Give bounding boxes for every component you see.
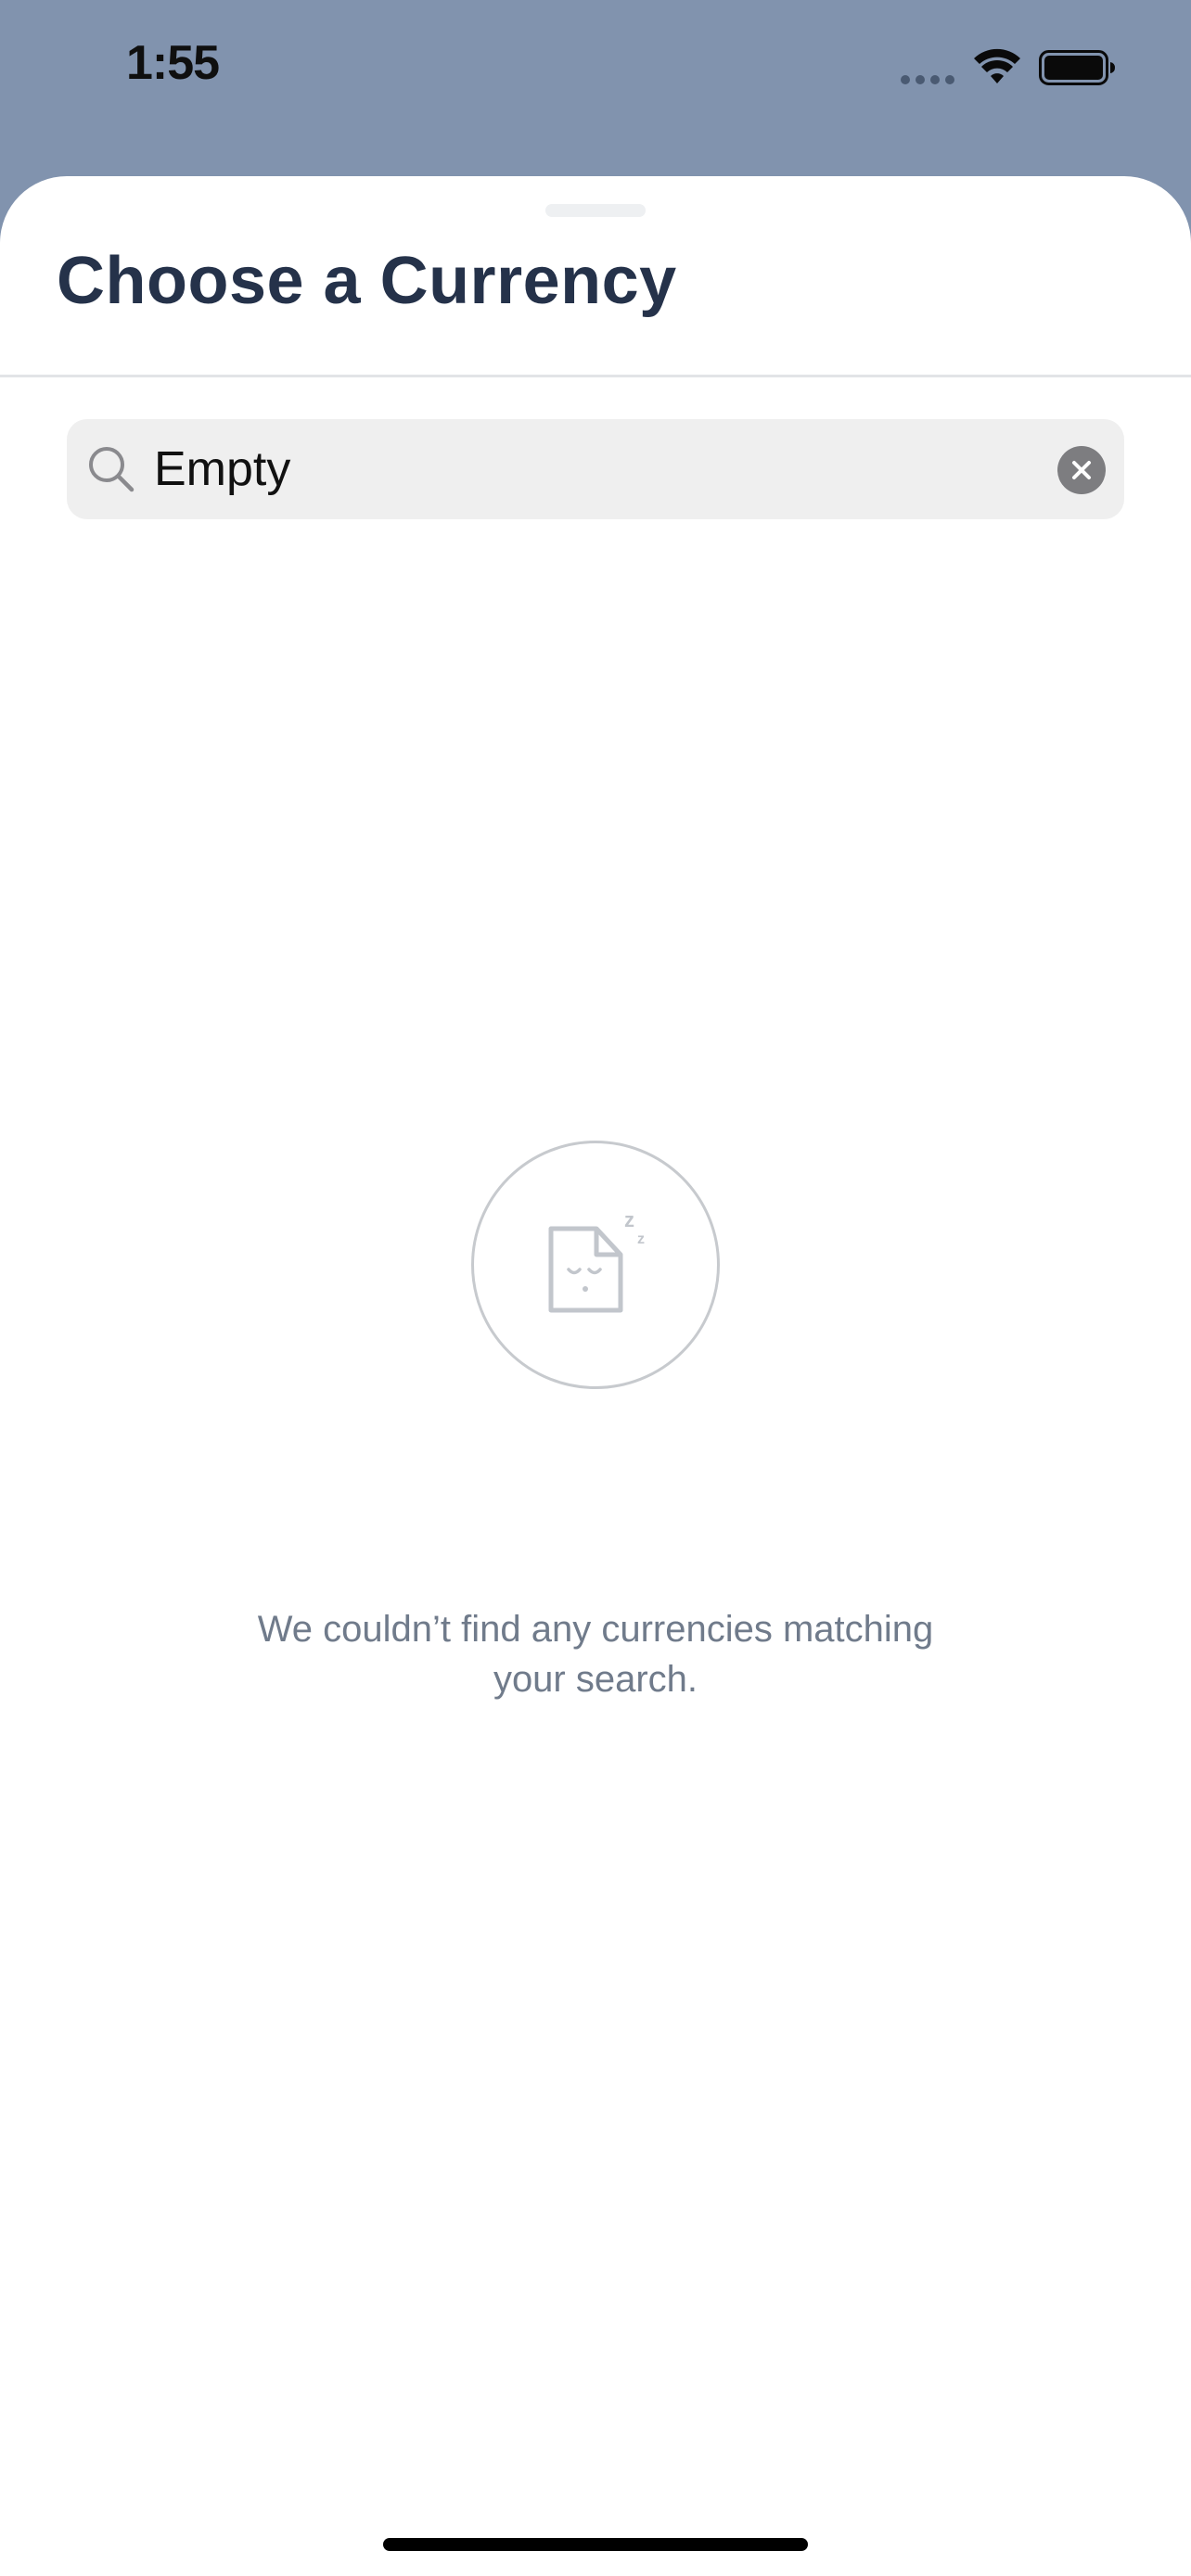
status-bar: 1:55 xyxy=(0,0,1191,176)
search-icon xyxy=(89,447,134,492)
currency-picker-sheet: Choose a Currency z z We couldn’t find a… xyxy=(0,176,1191,2576)
search-input[interactable] xyxy=(154,419,1007,519)
clear-search-button[interactable] xyxy=(1057,446,1106,494)
cellular-signal-icon xyxy=(901,75,954,84)
header-divider xyxy=(0,375,1191,377)
svg-text:z: z xyxy=(624,1210,634,1231)
sleeping-document-icon: z z xyxy=(548,1210,645,1313)
close-icon xyxy=(1072,461,1091,479)
status-time: 1:55 xyxy=(126,36,220,90)
sheet-title: Choose a Currency xyxy=(57,244,677,318)
home-indicator[interactable] xyxy=(383,2538,808,2551)
empty-state-message: We couldn’t find any currencies matching… xyxy=(257,1609,934,1700)
sheet-grabber[interactable] xyxy=(545,204,646,217)
wifi-icon xyxy=(974,48,1020,83)
search-field[interactable] xyxy=(67,419,1124,519)
empty-state-illustration: z z xyxy=(471,1141,720,1389)
svg-text:z: z xyxy=(637,1231,645,1247)
battery-icon xyxy=(1039,50,1115,85)
